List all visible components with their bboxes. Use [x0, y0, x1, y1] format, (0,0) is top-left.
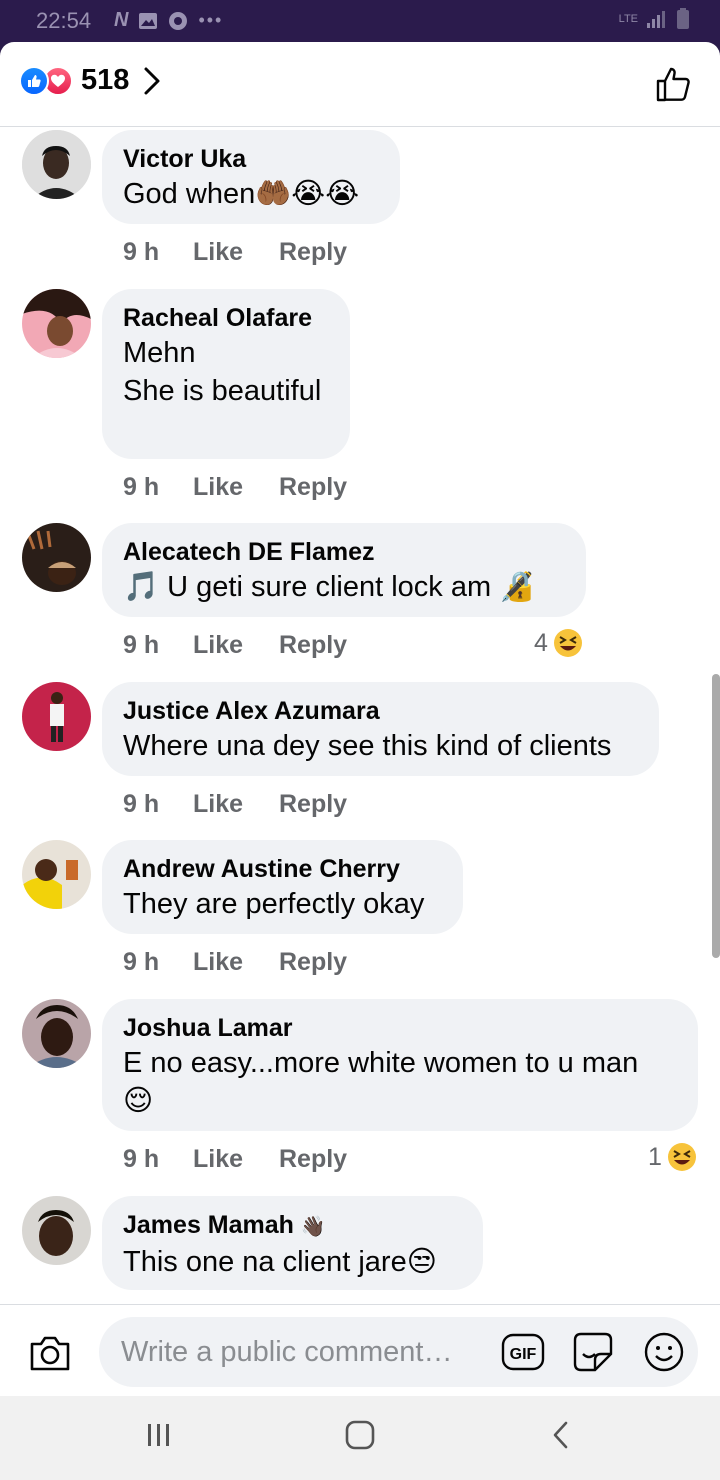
avatar[interactable]	[22, 1196, 91, 1265]
home-button[interactable]	[344, 1420, 376, 1450]
comment-bubble[interactable]: Andrew Austine Cherry They are perfectly…	[102, 840, 463, 934]
reply-button[interactable]: Reply	[279, 1145, 347, 1174]
comment-reactions[interactable]: 4	[534, 627, 584, 659]
comments-sheet: 518 Victor Uka God when🤲🏾😭😭 9 h Like Rep…	[0, 42, 720, 1396]
avatar[interactable]	[22, 840, 91, 909]
comment-author[interactable]: Justice Alex Azumara	[123, 695, 638, 727]
comment-bubble[interactable]: Victor Uka God when🤲🏾😭😭	[102, 130, 400, 224]
avatar[interactable]	[22, 682, 91, 751]
comment-time: 9 h	[123, 790, 160, 818]
comment-text: 🎵 U geti sure client lock am 🔏	[123, 571, 536, 603]
comment-time: 9 h	[123, 238, 160, 266]
comment-author[interactable]: James Mamah 👋🏿	[123, 1209, 462, 1243]
sticker-icon[interactable]	[571, 1330, 615, 1374]
like-button[interactable]: Like	[193, 1145, 279, 1174]
comment-time: 9 h	[123, 631, 160, 659]
system-nav-bar	[0, 1396, 720, 1480]
comment-author[interactable]: Victor Uka	[123, 143, 379, 175]
signal-icon	[647, 11, 665, 28]
like-post-button[interactable]	[654, 64, 694, 104]
back-button[interactable]	[550, 1420, 574, 1450]
laughing-emoji-icon	[667, 1143, 696, 1171]
image-notification-icon	[139, 12, 158, 29]
avatar[interactable]	[22, 523, 91, 592]
scrollbar[interactable]	[712, 674, 720, 958]
chrome-notification-icon	[169, 11, 188, 30]
comment-text: They are perfectly okay	[123, 888, 425, 920]
avatar[interactable]	[22, 289, 91, 358]
reactions-header: 518	[0, 42, 720, 127]
comment-bubble[interactable]: Racheal Olafare Mehn She is beautiful	[102, 289, 350, 459]
avatar[interactable]	[22, 130, 91, 199]
comment-composer: GIF	[0, 1304, 720, 1396]
comment-text: E no easy...more white women to u man	[123, 1047, 639, 1079]
laughing-emoji-icon	[553, 629, 582, 657]
chevron-right-icon	[144, 67, 160, 94]
reply-button[interactable]: Reply	[279, 238, 347, 267]
comment-time: 9 h	[123, 948, 160, 976]
comment-text: 😌	[123, 1085, 154, 1117]
battery-icon	[677, 8, 689, 29]
avatar[interactable]	[22, 999, 91, 1068]
comment-author[interactable]: Racheal Olafare	[123, 302, 329, 334]
reply-button[interactable]: Reply	[279, 473, 347, 502]
waving-hand-icon: 👋🏿	[300, 1216, 326, 1238]
comment-reaction-count: 1	[648, 1142, 662, 1171]
comment-input[interactable]	[121, 1331, 481, 1373]
comment-text: God when🤲🏾😭😭	[123, 178, 360, 210]
network-type: LTE	[618, 12, 638, 25]
like-button[interactable]: Like	[193, 948, 279, 977]
like-reaction-icon	[19, 65, 49, 96]
comment-text: She is beautiful	[123, 375, 322, 407]
recent-apps-button[interactable]	[144, 1420, 174, 1450]
camera-icon[interactable]	[28, 1333, 72, 1373]
comment-reaction-count: 4	[534, 628, 548, 657]
comment-text: This one na client jare😒	[123, 1246, 437, 1278]
comment-input-container: GIF	[99, 1317, 698, 1387]
comment-reactions[interactable]: 1	[648, 1141, 698, 1173]
status-bar: 22:54 N ••• LTE	[0, 0, 720, 44]
comment-bubble[interactable]: Alecatech DE Flamez 🎵 U geti sure client…	[102, 523, 586, 617]
reaction-count: 518	[81, 64, 130, 96]
reactions-summary[interactable]: 518	[19, 64, 161, 97]
comment-author[interactable]: Alecatech DE Flamez	[123, 536, 565, 568]
emoji-icon[interactable]	[643, 1331, 685, 1373]
comment-bubble[interactable]: James Mamah 👋🏿 This one na client jare😒	[102, 1196, 483, 1290]
comment-time: 9 h	[123, 1145, 160, 1173]
comment-time: 9 h	[123, 473, 160, 501]
nairaland-notification-icon: N	[114, 9, 129, 31]
gif-button[interactable]: GIF	[501, 1333, 545, 1371]
gif-label: GIF	[510, 1346, 537, 1363]
more-notifications-icon: •••	[198, 10, 224, 30]
like-button[interactable]: Like	[193, 631, 279, 660]
status-time: 22:54	[36, 8, 92, 33]
comment-author[interactable]: Joshua Lamar	[123, 1012, 677, 1044]
comment-bubble[interactable]: Joshua Lamar E no easy...more white wome…	[102, 999, 698, 1131]
reply-button[interactable]: Reply	[279, 631, 347, 660]
reply-button[interactable]: Reply	[279, 790, 347, 819]
comment-bubble[interactable]: Justice Alex Azumara Where una dey see t…	[102, 682, 659, 776]
like-button[interactable]: Like	[193, 473, 279, 502]
like-button[interactable]: Like	[193, 238, 279, 267]
comment-text: Where una dey see this kind of clients	[123, 730, 612, 762]
comment-author[interactable]: Andrew Austine Cherry	[123, 853, 442, 885]
comment-text: Mehn	[123, 337, 196, 369]
like-button[interactable]: Like	[193, 790, 279, 819]
reply-button[interactable]: Reply	[279, 948, 347, 977]
